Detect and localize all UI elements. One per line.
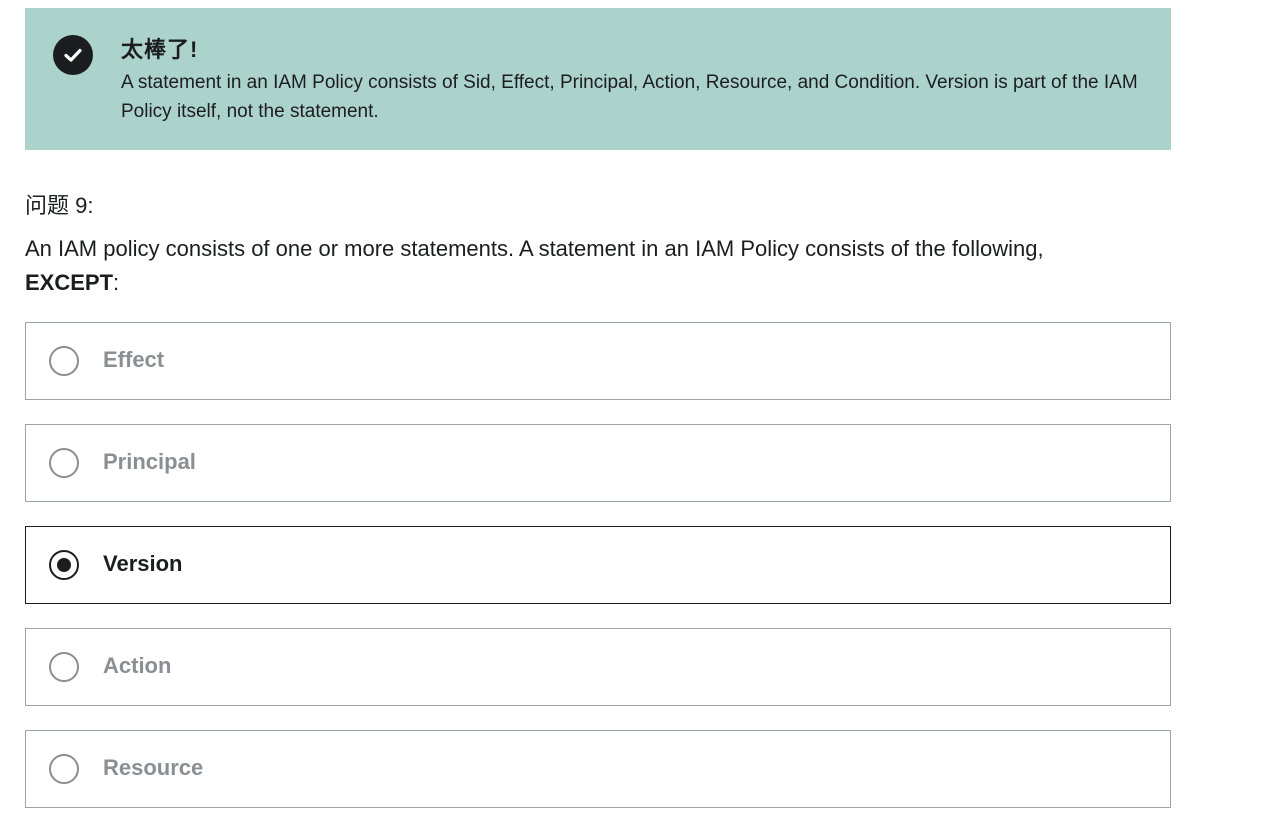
check-circle-icon <box>53 35 93 75</box>
radio-dot <box>57 558 71 572</box>
question-prompt: An IAM policy consists of one or more st… <box>25 232 1185 300</box>
answer-label: Resource <box>103 755 204 780</box>
feedback-title: 太棒了! <box>121 37 199 62</box>
answer-option-action[interactable]: Action <box>25 628 1171 706</box>
radio-button[interactable] <box>49 550 79 580</box>
radio-button[interactable] <box>49 448 79 478</box>
radio-button[interactable] <box>49 346 79 376</box>
answer-option-resource[interactable]: Resource <box>25 730 1171 808</box>
answer-label: Version <box>103 551 183 576</box>
question-text: An IAM policy consists of one or more st… <box>25 236 1044 261</box>
radio-button[interactable] <box>49 652 79 682</box>
question-emphasis: EXCEPT <box>25 270 114 295</box>
correct-answer-banner: 太棒了! A statement in an IAM Policy consis… <box>25 8 1171 150</box>
answer-label: Action <box>103 653 172 678</box>
answer-option-version[interactable]: Version <box>25 526 1171 604</box>
radio-button[interactable] <box>49 754 79 784</box>
question-suffix: : <box>113 270 120 295</box>
answer-label: Principal <box>103 449 196 474</box>
answer-option-principal[interactable]: Principal <box>25 424 1171 502</box>
feedback-explanation: A statement in an IAM Policy consists of… <box>121 72 1138 122</box>
answer-option-effect[interactable]: Effect <box>25 322 1171 400</box>
question-number: 问题 9: <box>25 193 94 218</box>
answer-label: Effect <box>103 347 165 372</box>
